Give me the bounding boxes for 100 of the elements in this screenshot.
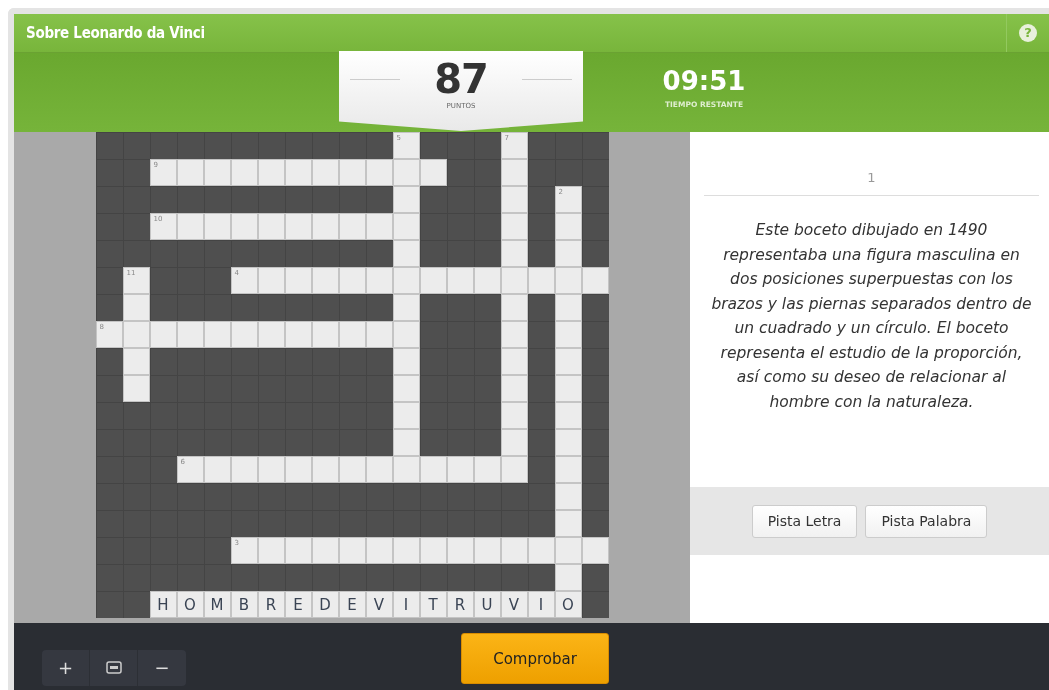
letter-cell[interactable]: U	[473, 591, 501, 618]
crossword-cell[interactable]	[392, 159, 420, 186]
crossword-cell[interactable]	[554, 429, 582, 456]
crossword-cell[interactable]	[176, 321, 204, 348]
crossword-cell[interactable]	[365, 159, 393, 186]
crossword-cell[interactable]	[257, 321, 285, 348]
crossword-cell[interactable]	[554, 483, 582, 510]
letter-cell[interactable]: O	[554, 591, 582, 618]
crossword-cell[interactable]	[122, 348, 150, 375]
crossword-cell[interactable]	[284, 321, 312, 348]
zoom-out-button[interactable]: −	[138, 649, 186, 686]
crossword-cell[interactable]	[122, 375, 150, 402]
crossword-cell[interactable]	[230, 213, 258, 240]
letter-cell[interactable]: R	[446, 591, 474, 618]
letter-cell[interactable]: H	[149, 591, 177, 618]
crossword-cell[interactable]	[500, 159, 528, 186]
crossword-cell[interactable]	[365, 537, 393, 564]
crossword-cell[interactable]	[473, 537, 501, 564]
crossword-cell[interactable]	[500, 321, 528, 348]
letter-cell[interactable]: D	[311, 591, 339, 618]
crossword-cell[interactable]	[176, 213, 204, 240]
crossword-cell[interactable]	[392, 294, 420, 321]
crossword-cell[interactable]	[122, 321, 150, 348]
crossword-cell[interactable]	[419, 159, 447, 186]
crossword-cell[interactable]	[338, 537, 366, 564]
letter-cell[interactable]: E	[338, 591, 366, 618]
crossword-cell[interactable]	[284, 537, 312, 564]
crossword-cell[interactable]	[122, 294, 150, 321]
hint-button[interactable]: Pista Letra	[751, 504, 858, 538]
crossword-cell[interactable]	[392, 456, 420, 483]
crossword-cell[interactable]	[446, 537, 474, 564]
crossword-cell[interactable]	[554, 564, 582, 591]
crossword-cell[interactable]	[554, 294, 582, 321]
crossword-cell[interactable]	[554, 402, 582, 429]
crossword-cell[interactable]	[446, 267, 474, 294]
crossword-cell[interactable]	[311, 159, 339, 186]
crossword-cell[interactable]	[311, 321, 339, 348]
crossword-cell[interactable]	[392, 240, 420, 267]
crossword-cell[interactable]	[500, 456, 528, 483]
crossword-cell[interactable]	[392, 267, 420, 294]
crossword-cell[interactable]	[257, 537, 285, 564]
crossword-cell[interactable]	[392, 402, 420, 429]
crossword-cell[interactable]	[500, 240, 528, 267]
crossword-cell[interactable]	[527, 267, 555, 294]
letter-cell[interactable]: O	[176, 591, 204, 618]
zoom-in-button[interactable]: +	[42, 649, 90, 686]
crossword-cell[interactable]	[257, 213, 285, 240]
crossword-cell[interactable]	[473, 267, 501, 294]
crossword-cell[interactable]	[284, 456, 312, 483]
crossword-cell[interactable]	[392, 375, 420, 402]
crossword-cell[interactable]	[500, 267, 528, 294]
crossword-cell[interactable]	[338, 456, 366, 483]
crossword-cell[interactable]	[473, 456, 501, 483]
crossword-cell[interactable]	[284, 159, 312, 186]
crossword-cell[interactable]	[554, 348, 582, 375]
crossword-cell[interactable]	[230, 159, 258, 186]
crossword-cell[interactable]	[392, 186, 420, 213]
letter-cell[interactable]: E	[284, 591, 312, 618]
crossword-cell[interactable]	[338, 321, 366, 348]
crossword-cell[interactable]	[311, 267, 339, 294]
crossword-cell[interactable]	[419, 267, 447, 294]
letter-cell[interactable]: R	[257, 591, 285, 618]
letter-cell[interactable]: V	[500, 591, 528, 618]
crossword-cell[interactable]	[554, 267, 582, 294]
crossword-cell[interactable]	[554, 537, 582, 564]
crossword-cell[interactable]	[392, 429, 420, 456]
crossword-cell[interactable]	[500, 186, 528, 213]
crossword-cell[interactable]	[500, 294, 528, 321]
crossword-cell[interactable]	[527, 537, 555, 564]
crossword-cell[interactable]	[203, 456, 231, 483]
crossword-cell[interactable]	[284, 213, 312, 240]
crossword-cell[interactable]	[554, 240, 582, 267]
letter-cell[interactable]: I	[527, 591, 555, 618]
crossword-cell[interactable]	[392, 213, 420, 240]
crossword-cell[interactable]	[311, 537, 339, 564]
hint-button[interactable]: Pista Palabra	[865, 504, 988, 538]
crossword-cell[interactable]	[581, 267, 609, 294]
crossword-cell[interactable]	[257, 456, 285, 483]
letter-cell[interactable]: I	[392, 591, 420, 618]
crossword-cell[interactable]	[554, 321, 582, 348]
crossword-cell[interactable]	[500, 429, 528, 456]
crossword-cell[interactable]	[554, 375, 582, 402]
crossword-cell[interactable]	[581, 537, 609, 564]
crossword-cell[interactable]	[554, 510, 582, 537]
crossword-cell[interactable]	[392, 537, 420, 564]
crossword-cell[interactable]	[500, 348, 528, 375]
crossword-cell[interactable]	[500, 402, 528, 429]
crossword-cell[interactable]	[446, 456, 474, 483]
crossword-cell[interactable]	[554, 456, 582, 483]
letter-cell[interactable]: B	[230, 591, 258, 618]
crossword-cell[interactable]	[203, 213, 231, 240]
crossword-cell[interactable]	[392, 321, 420, 348]
crossword-cell[interactable]	[149, 321, 177, 348]
crossword-cell[interactable]	[176, 159, 204, 186]
crossword-cell[interactable]	[500, 375, 528, 402]
crossword-cell[interactable]	[419, 537, 447, 564]
check-button[interactable]: Comprobar	[461, 633, 609, 684]
crossword-cell[interactable]	[500, 213, 528, 240]
crossword-cell[interactable]	[230, 456, 258, 483]
crossword-cell[interactable]	[554, 213, 582, 240]
